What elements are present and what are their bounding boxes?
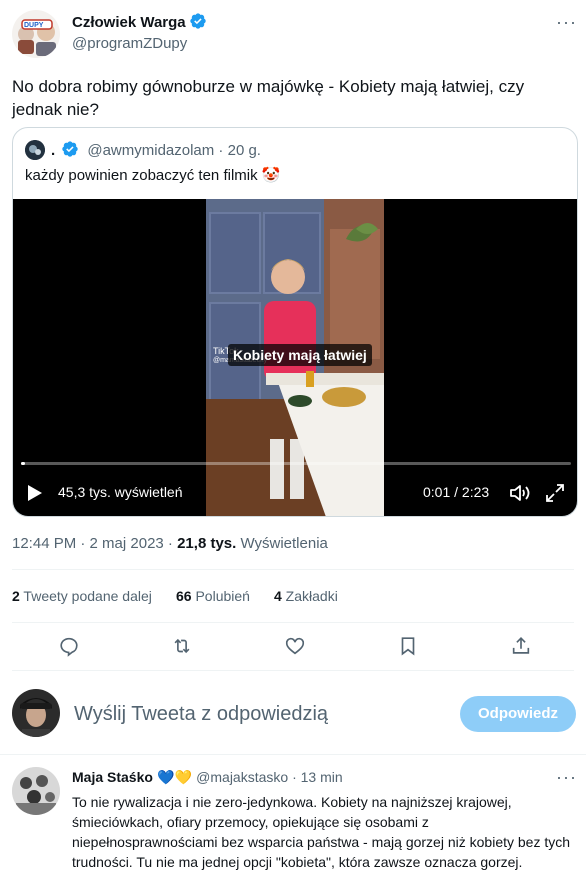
user-avatar[interactable] xyxy=(12,689,60,737)
views-label: Wyświetlenia xyxy=(236,535,328,552)
volume-icon[interactable] xyxy=(509,483,531,508)
video-time: 0:01 / 2:23 xyxy=(423,484,490,500)
more-options-icon[interactable]: ··· xyxy=(556,12,577,33)
author-avatar[interactable]: DUPY xyxy=(12,10,60,58)
quote-author-handle[interactable]: @awmymidazolam xyxy=(87,142,214,159)
divider xyxy=(12,622,574,623)
tweet-timestamp[interactable]: 12:44 PM · 2 maj 2023 · xyxy=(12,535,177,552)
reply-input[interactable]: Wyślij Tweeta z odpowiedzią xyxy=(74,703,328,726)
reply-more-options-icon[interactable]: ··· xyxy=(556,767,577,788)
video-views: 45,3 tys. wyświetleń xyxy=(58,484,183,500)
reply-time[interactable]: · 13 min xyxy=(288,769,343,785)
bookmark-icon[interactable] xyxy=(397,635,419,662)
quote-author-avatar[interactable] xyxy=(25,140,45,160)
fullscreen-icon[interactable] xyxy=(545,483,565,508)
video-caption: Kobiety mają łatwiej xyxy=(228,344,372,366)
author-handle[interactable]: @programZDupy xyxy=(72,35,187,52)
quoted-tweet[interactable]: . @awmymidazolam · 20 g. każdy powinien … xyxy=(12,127,578,517)
views-count: 21,8 tys. xyxy=(177,535,237,552)
likes-stat[interactable]: 66 Polubień xyxy=(176,588,250,604)
divider xyxy=(12,569,574,570)
reply-button[interactable]: Odpowiedz xyxy=(460,696,576,732)
play-icon[interactable] xyxy=(27,484,43,507)
quote-author-name[interactable]: . xyxy=(51,142,55,159)
retweet-icon[interactable] xyxy=(171,635,193,662)
video-progress-track[interactable] xyxy=(21,462,571,465)
divider xyxy=(12,670,574,671)
quote-time[interactable]: · 20 g. xyxy=(214,142,261,159)
reply-author-name[interactable]: Maja Staśko xyxy=(72,769,153,785)
author-name[interactable]: Człowiek Warga xyxy=(72,14,186,31)
reply-author-emoji: 💙💛 xyxy=(157,769,192,785)
retweets-stat[interactable]: 2 Tweety podane dalej xyxy=(12,588,152,604)
share-icon[interactable] xyxy=(510,635,532,662)
bookmarks-stat[interactable]: 4 Zakładki xyxy=(274,588,338,604)
reply-author-handle[interactable]: @majakstasko xyxy=(196,769,288,785)
divider xyxy=(0,754,586,755)
video-progress-fill xyxy=(21,462,25,465)
reply-author-avatar[interactable] xyxy=(12,767,60,815)
svg-text:DUPY: DUPY xyxy=(24,22,44,29)
verified-badge-icon xyxy=(189,13,206,29)
quote-text: każdy powinien zobaczyć ten filmik 🤡 xyxy=(25,167,281,184)
like-icon[interactable] xyxy=(284,635,306,662)
verified-badge-icon xyxy=(62,141,78,157)
tweet-text: No dobra robimy gównoburze w majówkę - K… xyxy=(12,77,525,119)
reply-icon[interactable] xyxy=(58,635,80,662)
reply-text: To nie rywalizacja i nie zero-jedynkowa.… xyxy=(72,794,571,870)
video-player[interactable]: TikTok @mamastabecky Kobiety mają łatwie… xyxy=(13,199,577,516)
